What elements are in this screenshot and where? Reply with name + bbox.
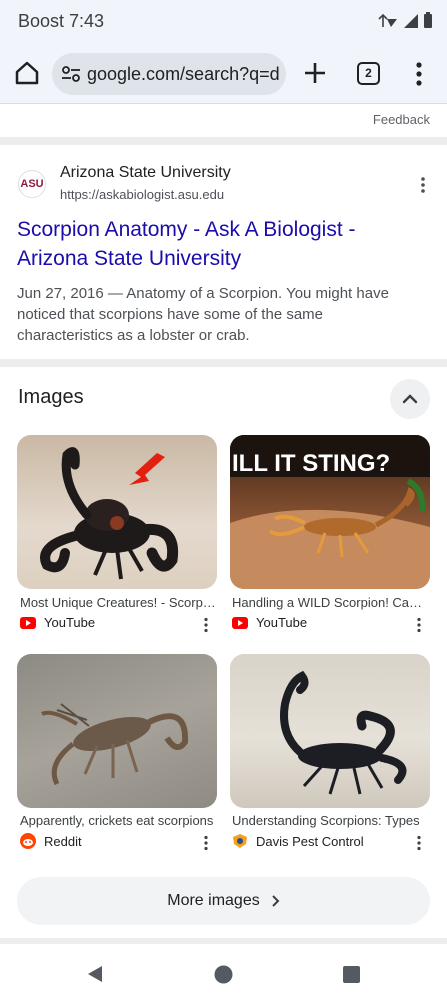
image-caption[interactable]: Handling a WILD Scorpion! Can It Sting?	[232, 595, 428, 610]
image-source-label: YouTube	[44, 615, 96, 630]
image-source[interactable]: YouTube	[232, 615, 307, 630]
thumbnail-overlay-text: ILL IT STING?	[232, 450, 390, 477]
collapse-button[interactable]	[390, 379, 430, 419]
battery-icon	[424, 12, 432, 28]
back-icon[interactable]	[86, 965, 104, 983]
result-title-link[interactable]: Scorpion Anatomy - Ask A Biologist - Ari…	[17, 215, 417, 273]
scorpion-image	[280, 670, 407, 795]
more-images-button[interactable]: More images	[17, 877, 430, 925]
image-source[interactable]: Davis Pest Control	[232, 833, 364, 849]
result-snippet: Jun 27, 2016 — Anatomy of a Scorpion. Yo…	[17, 285, 389, 344]
asu-logo: ASU	[18, 170, 46, 198]
youtube-icon	[20, 616, 36, 629]
image-options-icon[interactable]	[416, 617, 422, 633]
image-caption[interactable]: Understanding Scorpions: Types	[232, 813, 428, 828]
new-tab-icon[interactable]	[302, 60, 328, 86]
divider	[0, 137, 447, 145]
image-options-icon[interactable]	[203, 835, 209, 851]
youtube-icon	[232, 616, 248, 629]
result-site-url[interactable]: https://askabiologist.asu.edu	[60, 187, 224, 202]
url-text[interactable]: google.com/search?q=d	[87, 64, 283, 85]
status-time: Boost 7:43	[18, 11, 105, 31]
address-bar[interactable]: google.com/search?q=d	[52, 53, 286, 95]
davis-pest-icon	[233, 834, 247, 848]
image-thumbnail[interactable]	[17, 435, 217, 589]
signal-icon	[404, 13, 418, 28]
wifi-data-icon	[378, 13, 397, 27]
image-source[interactable]: Reddit	[20, 833, 82, 849]
tab-switcher-button[interactable]: 2	[357, 62, 380, 85]
status-bar: Boost 7:43	[0, 0, 447, 44]
image-source-label: Davis Pest Control	[256, 833, 364, 849]
image-thumbnail[interactable]	[230, 654, 430, 808]
image-thumbnail[interactable]: ILL IT STING?	[230, 435, 430, 589]
image-options-icon[interactable]	[203, 617, 209, 633]
result-site-name[interactable]: Arizona State University	[60, 164, 231, 182]
image-options-icon[interactable]	[416, 835, 422, 851]
browser-toolbar: google.com/search?q=d 2	[0, 44, 447, 104]
chevron-up-icon	[402, 394, 418, 404]
site-settings-icon[interactable]	[61, 65, 81, 83]
status-icons	[377, 12, 433, 29]
image-caption[interactable]: Most Unique Creatures! - Scorpion	[20, 595, 216, 610]
divider	[0, 938, 447, 944]
more-images-label: More images	[167, 892, 260, 909]
image-caption[interactable]: Apparently, crickets eat scorpions	[20, 813, 216, 828]
scorpion-image	[40, 447, 179, 580]
result-options-icon[interactable]	[418, 176, 428, 194]
home-icon[interactable]	[12, 58, 42, 88]
images-heading: Images	[18, 386, 84, 408]
image-source[interactable]: YouTube	[20, 615, 95, 630]
image-thumbnail[interactable]	[17, 654, 217, 808]
more-menu-icon[interactable]	[412, 61, 426, 87]
home-nav-icon[interactable]	[214, 965, 233, 984]
scorpion-image: ILL IT STING?	[230, 435, 430, 589]
scorpion-image	[41, 703, 189, 786]
feedback-link[interactable]: Feedback	[373, 112, 430, 127]
image-source-label: Reddit	[44, 833, 82, 849]
reddit-icon	[20, 833, 36, 849]
divider	[0, 359, 447, 367]
chevron-right-icon	[272, 895, 280, 907]
image-source-label: YouTube	[256, 615, 308, 630]
recents-icon[interactable]	[343, 966, 360, 983]
system-navigation-bar	[0, 946, 447, 1000]
